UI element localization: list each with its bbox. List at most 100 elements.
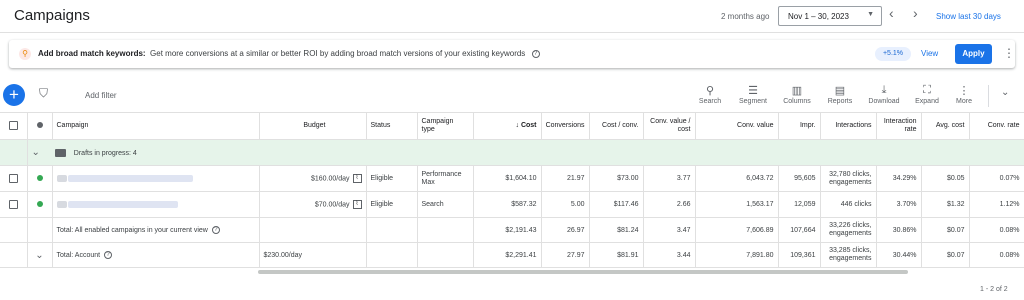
col-conversions[interactable]: Conversions <box>541 112 590 140</box>
apply-button[interactable]: Apply <box>955 44 992 64</box>
chevron-left-icon[interactable]: ‹ <box>889 5 894 21</box>
view-button[interactable]: View <box>921 49 938 58</box>
horizontal-scrollbar[interactable] <box>258 270 908 274</box>
col-campaign[interactable]: Campaign <box>52 112 260 140</box>
col-interaction-rate[interactable]: Interaction rate <box>876 112 922 140</box>
redacted-campaign-name[interactable] <box>68 174 194 182</box>
conv-value-per-cost-cell: 3.44 <box>643 242 696 268</box>
keyword-search-icon: ⚲ <box>19 48 31 60</box>
reports-tool[interactable]: ▤ Reports <box>820 84 860 105</box>
table-header-row: Campaign Budget Status Campaign type ↓ C… <box>0 112 1024 140</box>
more-vert-icon: ⋮ <box>958 85 970 97</box>
conv-value-per-cost-cell: 3.77 <box>643 165 696 192</box>
row-checkbox-cell[interactable] <box>0 191 28 218</box>
impressions-cell: 95,605 <box>778 165 821 192</box>
campaign-name-cell[interactable] <box>52 191 260 218</box>
date-range-value: Nov 1 – 30, 2023 <box>788 12 849 21</box>
interactions-cell: 33,285 clicks, engagements <box>820 242 877 268</box>
avg-cost-cell: $0.07 <box>921 242 970 268</box>
help-icon[interactable]: ? <box>104 251 113 259</box>
filter-icon[interactable]: ⛉ <box>39 86 48 101</box>
col-conv-value-per-cost[interactable]: Conv. value / cost <box>643 112 696 140</box>
status-cell <box>27 165 53 192</box>
campaign-name-cell[interactable] <box>52 165 260 192</box>
conversions-cell: 26.97 <box>541 217 590 243</box>
toolbar-divider <box>988 85 989 107</box>
pagination-label: 1 - 2 of 2 <box>980 286 1008 293</box>
more-tool[interactable]: ⋮ More <box>944 84 984 105</box>
budget-cell: $230.00/day <box>259 242 367 268</box>
budget-cell[interactable]: $160.00/day ⌇ <box>259 165 367 192</box>
campaign-type-cell: Search <box>417 191 474 218</box>
expand-cell[interactable]: ⌄ <box>27 242 53 268</box>
budget-cell[interactable]: $70.00/day ⌇ <box>259 191 367 218</box>
status-cell <box>27 191 53 218</box>
conversions-cell: 21.97 <box>541 165 590 192</box>
col-budget[interactable]: Budget <box>259 112 367 140</box>
cost-per-conv-cell: $73.00 <box>589 165 644 192</box>
add-filter-input[interactable]: Add filter <box>85 91 117 100</box>
conv-value-cell: 1,563.17 <box>695 191 779 218</box>
segment-icon: ☰ <box>748 85 758 97</box>
avg-cost-cell: $0.07 <box>921 217 970 243</box>
col-impressions[interactable]: Impr. <box>778 112 821 140</box>
chevron-down-icon[interactable]: ⌄ <box>35 250 43 261</box>
date-range-picker[interactable]: Nov 1 – 30, 2023 ▼ <box>778 6 882 26</box>
segment-tool[interactable]: ☰ Segment <box>733 84 773 105</box>
select-all-checkbox[interactable] <box>0 112 28 140</box>
help-icon[interactable]: ? <box>211 226 220 234</box>
cost-cell: $2,191.43 <box>473 217 542 243</box>
impressions-cell: 107,664 <box>778 217 821 243</box>
conv-rate-cell: 0.08% <box>969 217 1024 243</box>
col-conv-rate[interactable]: Conv. rate <box>969 112 1024 140</box>
cost-cell: $587.32 <box>473 191 542 218</box>
download-tool[interactable]: ⤓ Download <box>864 84 904 105</box>
conv-value-per-cost-cell: 3.47 <box>643 217 696 243</box>
show-last-30-days-link[interactable]: Show last 30 days <box>936 12 1001 21</box>
expand-icon: ⛶ <box>923 84 931 96</box>
checkbox[interactable] <box>8 121 18 131</box>
interactions-cell: 33,226 clicks, engagements <box>820 217 877 243</box>
chevron-down-icon[interactable]: ⌄ <box>32 147 40 158</box>
campaigns-table: Campaign Budget Status Campaign type ↓ C… <box>0 112 1024 270</box>
eligible-status-icon <box>36 201 43 208</box>
folder-icon <box>54 149 66 158</box>
redacted-icon <box>56 174 67 182</box>
columns-icon: ▥ <box>791 85 803 97</box>
conversions-cell: 5.00 <box>541 191 590 218</box>
col-conv-value[interactable]: Conv. value <box>695 112 779 140</box>
expand-tool[interactable]: ⛶ Expand <box>907 84 947 105</box>
cost-cell: $2,291.41 <box>473 242 542 268</box>
total-account-label-cell: Total: Account? <box>52 242 260 268</box>
add-campaign-button[interactable]: + <box>3 84 25 106</box>
col-cost[interactable]: ↓ Cost <box>473 112 542 140</box>
page-title: Campaigns <box>14 7 90 24</box>
search-tool[interactable]: ⚲ Search <box>690 84 730 105</box>
more-vert-icon[interactable]: ⋮ <box>1003 46 1015 60</box>
col-interactions[interactable]: Interactions <box>820 112 877 140</box>
help-icon[interactable]: ? <box>531 49 540 58</box>
chart-icon[interactable]: ⌇ <box>352 174 362 183</box>
redacted-campaign-name[interactable] <box>68 200 179 208</box>
status-dot-icon <box>36 122 43 129</box>
drafts-row[interactable]: ⌄ Drafts in progress: 4 <box>0 139 1024 166</box>
status-dot-header <box>27 112 53 140</box>
recommendation-banner: ⚲ Add broad match keywords: Get more con… <box>9 40 1015 68</box>
chevron-down-icon[interactable]: ⌄ <box>1001 87 1009 98</box>
status-text-cell: Eligible <box>366 165 418 192</box>
reports-icon: ▤ <box>834 85 846 97</box>
col-campaign-type[interactable]: Campaign type <box>417 112 474 140</box>
col-avg-cost[interactable]: Avg. cost <box>921 112 970 140</box>
columns-tool[interactable]: ▥ Columns <box>777 84 817 105</box>
interaction-rate-cell: 30.44% <box>876 242 922 268</box>
date-ago-label: 2 months ago <box>721 12 770 21</box>
col-status[interactable]: Status <box>366 112 418 140</box>
row-checkbox-cell[interactable] <box>0 165 28 192</box>
interaction-rate-cell: 3.70% <box>876 191 922 218</box>
checkbox[interactable] <box>8 200 18 209</box>
chart-icon[interactable]: ⌇ <box>352 200 362 209</box>
col-cost-per-conv[interactable]: Cost / conv. <box>589 112 644 140</box>
chevron-right-icon[interactable]: › <box>913 5 918 21</box>
checkbox[interactable] <box>8 174 18 183</box>
caret-down-icon: ▼ <box>867 11 874 18</box>
